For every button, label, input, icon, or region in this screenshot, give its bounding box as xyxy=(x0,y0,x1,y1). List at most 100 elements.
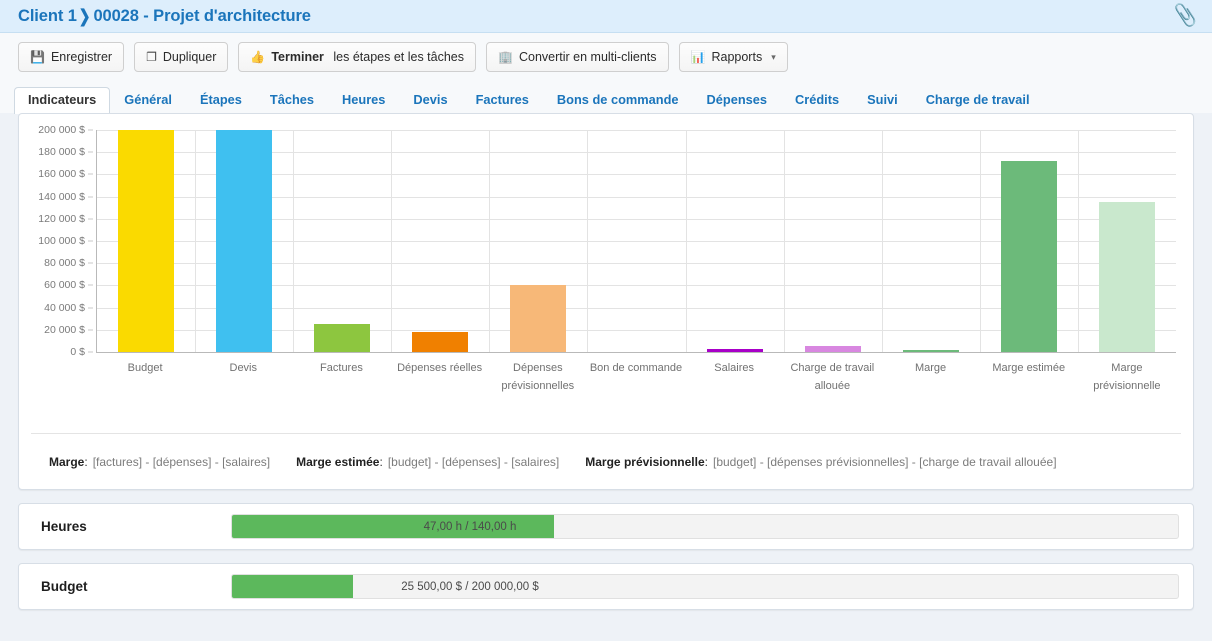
toolbar-button-4[interactable]: 📊 Rapports ▾ xyxy=(678,42,788,72)
y-axis-tick-mark xyxy=(88,329,93,331)
chart-bar[interactable] xyxy=(1000,161,1057,352)
x-axis-tick-label: Marge xyxy=(914,362,947,374)
chart-bar[interactable] xyxy=(902,350,959,352)
y-axis-tick-mark xyxy=(88,129,93,131)
action-toolbar: 💾 Enregistrer ❐ Dupliquer 👍 Terminer les étap… xyxy=(0,33,1212,81)
building-icon: 🏢 xyxy=(498,50,513,64)
page-header: Client 1 ❯ 00028 - Projet d'architecture 📎 xyxy=(0,0,1212,33)
y-axis-tick-mark xyxy=(88,307,93,309)
y-axis-tick-mark xyxy=(88,173,93,175)
formula-name: Marge xyxy=(49,454,85,469)
y-axis-tick-label: 20 000 $ xyxy=(44,323,85,336)
x-axis-tick-label: Marge estimée xyxy=(992,362,1066,374)
formula-expression: [budget] - [dépenses] - [salaires] xyxy=(387,454,560,469)
tab-bar: Indicateurs Général Étapes Tâches Heures Devi… xyxy=(0,81,1212,114)
y-axis-tick-mark xyxy=(88,151,93,153)
tab-cr-dits[interactable]: Crédits xyxy=(781,87,853,114)
toolbar-button-3[interactable]: 🏢 Convertir en multi-clients xyxy=(486,42,669,72)
chart-bar[interactable] xyxy=(1098,202,1155,352)
tab-indicateurs[interactable]: Indicateurs xyxy=(14,87,111,114)
x-axis-tick-label: Charge de travail allouée xyxy=(790,362,875,392)
x-axis-tick-label: Dépenses réelles xyxy=(397,362,483,374)
main-content: 0 $ 20 000 $ 40 000 $ 60 000 $ 80 000 $ 100 0… xyxy=(0,113,1212,610)
tab-t-ches[interactable]: Tâches xyxy=(256,87,328,114)
formula-item: Marge: [factures] - [dépenses] - [salaire… xyxy=(49,454,271,469)
chart-plot-area xyxy=(96,130,1176,353)
breadcrumb-project: 00028 - Projet d'architecture xyxy=(93,6,311,25)
formula-item: Marge prévisionnelle: [budget] - [dépense… xyxy=(585,454,1057,469)
formula-expression: [budget] - [dépenses prévisionnelles] - … xyxy=(712,454,1057,469)
y-axis-tick-label: 160 000 $ xyxy=(38,168,85,181)
toolbar-button-0[interactable]: 💾 Enregistrer xyxy=(18,42,125,72)
x-axis-tick-label: Dépenses prévisionnelles xyxy=(501,362,575,392)
indicators-bar-chart: 0 $ 20 000 $ 40 000 $ 60 000 $ 80 000 $ 100 0… xyxy=(31,124,1181,432)
tab-bons-de-commande[interactable]: Bons de commande xyxy=(543,87,693,114)
formula-name: Marge estimée xyxy=(296,454,380,469)
y-axis-tick-label: 100 000 $ xyxy=(38,235,85,247)
y-axis-tick-mark xyxy=(88,196,93,198)
y-axis-tick-label: 80 000 $ xyxy=(44,257,85,270)
y-axis-tick-label: 40 000 $ xyxy=(44,301,85,314)
formula-expression: [factures] - [dépenses] - [salaires] xyxy=(92,454,271,469)
chart-bar[interactable] xyxy=(216,130,273,352)
x-axis-tick-label: Budget xyxy=(127,362,163,374)
y-axis-tick-label: 120 000 $ xyxy=(38,212,85,225)
tab-tapes[interactable]: Étapes xyxy=(186,87,256,114)
thumbs-up-icon: 👍 xyxy=(250,50,266,64)
indicators-chart-panel: 0 $ 20 000 $ 40 000 $ 60 000 $ 80 000 $ 100 0… xyxy=(18,113,1194,490)
tab-g-n-ral[interactable]: Général xyxy=(110,87,186,114)
toolbar-button-2[interactable]: 👍 Terminer les étapes et les tâches xyxy=(238,42,477,72)
progress-bar-heures: 47,00 h / 140,00 h xyxy=(231,514,1179,539)
progress-text: 25 500,00 $ / 200 000,00 $ xyxy=(401,580,539,593)
chart-x-axis: Budget Devis Factures Dépenses réelles Dépen… xyxy=(96,360,1176,432)
y-axis-tick-mark xyxy=(88,262,93,264)
tab-suivi[interactable]: Suivi xyxy=(853,87,912,114)
chart-bar[interactable] xyxy=(804,346,861,352)
breadcrumb-separator-icon: ❯ xyxy=(78,5,91,26)
tab-d-penses[interactable]: Dépenses xyxy=(693,87,781,114)
breadcrumb-client[interactable]: Client 1 xyxy=(18,7,77,25)
progress-bar-budget: 25 500,00 $ / 200 000,00 $ xyxy=(231,574,1179,599)
toolbar-button-label: Enregistrer xyxy=(50,50,113,64)
y-axis-tick-label: 180 000 $ xyxy=(38,146,85,159)
formula-item: Marge estimée: [budget] - [dépenses] - [s… xyxy=(296,454,560,469)
progress-text: 47,00 h / 140,00 h xyxy=(423,520,517,533)
y-axis-tick-label: 140 000 $ xyxy=(38,190,85,203)
chevron-down-icon: ▾ xyxy=(771,51,776,62)
chart-y-axis: 0 $ 20 000 $ 40 000 $ 60 000 $ 80 000 $ 100 0… xyxy=(31,124,93,358)
paperclip-icon[interactable]: 📎 xyxy=(1172,3,1200,28)
save-icon: 💾 xyxy=(30,50,45,64)
y-axis-tick-label: 200 000 $ xyxy=(38,124,85,136)
y-axis-tick-mark xyxy=(88,218,93,220)
progress-label: Budget xyxy=(41,579,88,594)
y-axis-tick-mark xyxy=(88,351,93,353)
toolbar-button-1[interactable]: ❐ Dupliquer xyxy=(134,42,229,72)
chart-bar[interactable] xyxy=(510,285,567,352)
y-axis-tick-label: 60 000 $ xyxy=(44,279,85,292)
x-axis-tick-label: Devis xyxy=(229,362,258,374)
tab-charge-de-travail[interactable]: Charge de travail xyxy=(912,87,1044,114)
y-axis-tick-mark xyxy=(88,240,93,242)
x-axis-tick-label: Factures xyxy=(320,362,363,374)
chart-bar[interactable] xyxy=(118,130,174,352)
toolbar-button-label: Convertir en multi-clients xyxy=(518,50,657,64)
y-axis-tick-mark xyxy=(88,284,93,286)
x-axis-tick-label: Marge prévisionnelle xyxy=(1093,362,1161,392)
breadcrumb: Client 1 ❯ 00028 - Projet d'architecture xyxy=(18,5,311,26)
chart-bars xyxy=(97,130,1176,352)
chart-bar[interactable] xyxy=(314,323,371,352)
chart-bar[interactable] xyxy=(706,348,763,352)
toolbar-button-label: les étapes et les tâches xyxy=(329,50,465,64)
progress-row-budget: Budget 25 500,00 $ / 200 000,00 $ xyxy=(18,563,1194,610)
toolbar-button-label-strong: Terminer xyxy=(271,50,324,64)
toolbar-button-label: Dupliquer xyxy=(162,50,217,64)
tab-devis[interactable]: Devis xyxy=(399,87,461,114)
y-axis-tick-label: 0 $ xyxy=(70,346,85,358)
tab-heures[interactable]: Heures xyxy=(328,87,399,114)
tab-factures[interactable]: Factures xyxy=(462,87,543,114)
x-axis-tick-label: Bon de commande xyxy=(589,362,683,374)
toolbar-button-label: Rapports xyxy=(711,50,763,64)
chart-bar[interactable] xyxy=(412,332,469,352)
formula-name: Marge prévisionnelle xyxy=(585,454,705,469)
progress-label: Heures xyxy=(41,519,87,534)
